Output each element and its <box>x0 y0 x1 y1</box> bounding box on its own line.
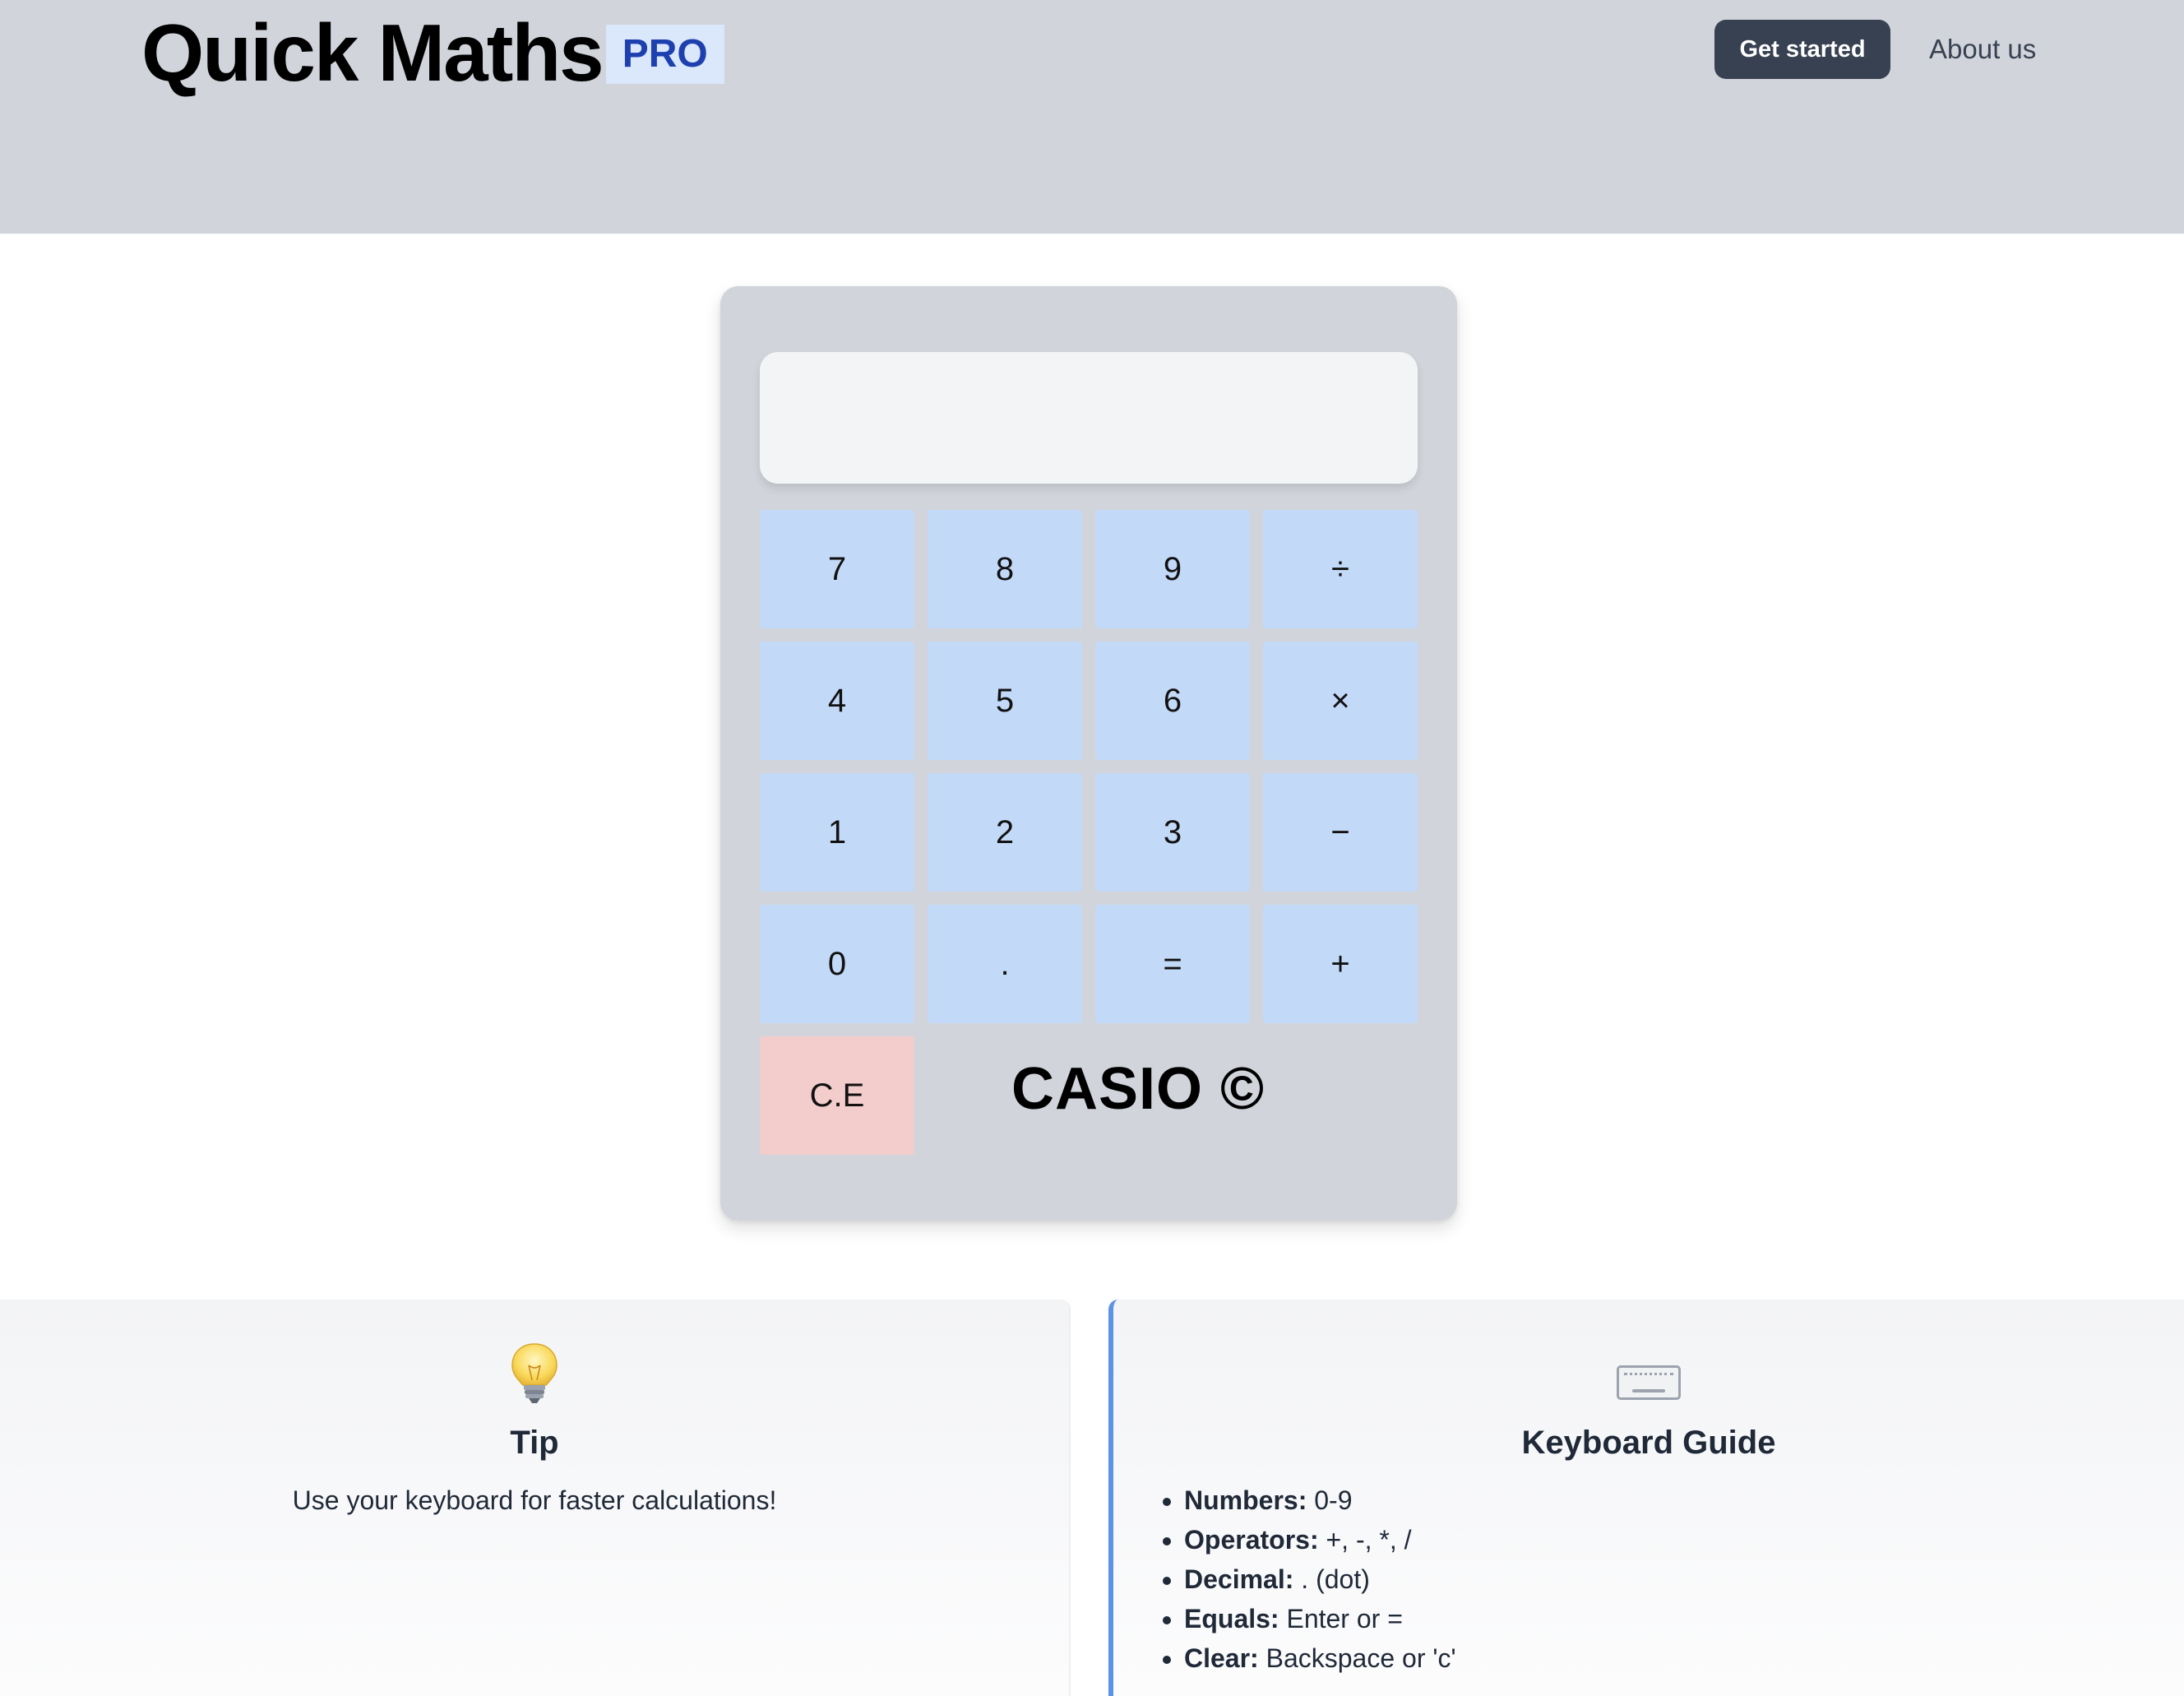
about-us-link[interactable]: About us <box>1929 20 2036 79</box>
calculator: 7 8 9 ÷ 4 5 6 × 1 2 3 − 0 . = + C.E CASI… <box>720 286 1457 1221</box>
key-multiply[interactable]: × <box>1263 642 1418 760</box>
key-0[interactable]: 0 <box>760 905 914 1023</box>
clear-entry-button[interactable]: C.E <box>760 1036 914 1155</box>
key-add[interactable]: + <box>1263 905 1418 1023</box>
key-divide[interactable]: ÷ <box>1263 510 1418 628</box>
key-8[interactable]: 8 <box>928 510 1082 628</box>
get-started-button[interactable]: Get started <box>1714 20 1890 79</box>
list-item: Decimal: . (dot) <box>1184 1559 1456 1599</box>
key-1[interactable]: 1 <box>760 773 914 892</box>
keyboard-guide-list: Numbers: 0-9 Operators: +, -, *, / Decim… <box>1154 1481 1456 1678</box>
app-title: Quick Maths <box>141 7 604 98</box>
keyboard-guide-title: Keyboard Guide <box>1521 1425 1776 1461</box>
casio-brand-label: CASIO © <box>1011 1056 1266 1122</box>
key-7[interactable]: 7 <box>760 510 914 628</box>
key-6[interactable]: 6 <box>1095 642 1250 760</box>
key-2[interactable]: 2 <box>928 773 1082 892</box>
tip-title: Tip <box>510 1425 559 1461</box>
key-9[interactable]: 9 <box>1095 510 1250 628</box>
pro-badge: PRO <box>605 25 724 84</box>
key-4[interactable]: 4 <box>760 642 914 760</box>
list-item: Clear: Backspace or 'c' <box>1184 1638 1456 1678</box>
key-equals[interactable]: = <box>1095 905 1250 1023</box>
keyboard-guide-card: Keyboard Guide Numbers: 0-9 Operators: +… <box>1108 1300 2184 1696</box>
calculator-display <box>760 352 1418 484</box>
key-subtract[interactable]: − <box>1263 773 1418 892</box>
keyboard-icon <box>1113 1341 2184 1406</box>
list-item: Operators: +, -, *, / <box>1184 1520 1456 1559</box>
brand: Quick Maths PRO <box>141 7 724 99</box>
lightbulb-icon <box>0 1341 1069 1421</box>
list-item: Numbers: 0-9 <box>1184 1481 1456 1520</box>
list-item: Equals: Enter or = <box>1184 1599 1456 1638</box>
top-header: Quick Maths PRO Get started About us <box>0 0 2184 234</box>
tip-text: Use your keyboard for faster calculation… <box>292 1485 777 1515</box>
key-3[interactable]: 3 <box>1095 773 1250 892</box>
tip-card: Tip Use your keyboard for faster calcula… <box>0 1300 1071 1696</box>
key-5[interactable]: 5 <box>928 642 1082 760</box>
key-decimal[interactable]: . <box>928 905 1082 1023</box>
